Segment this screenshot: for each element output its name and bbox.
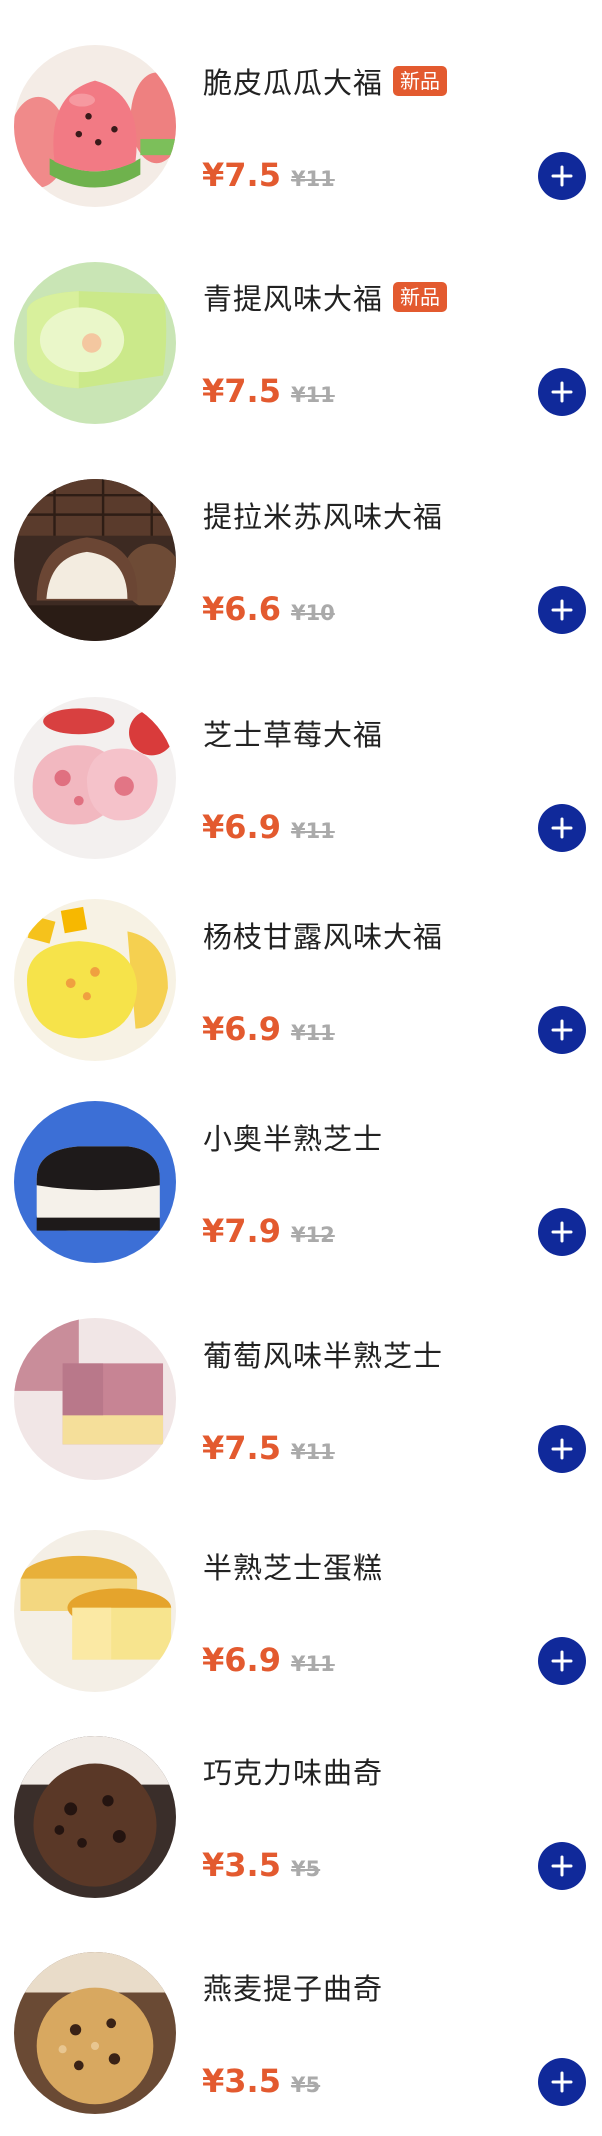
original-price: ¥11 [290, 1021, 335, 1045]
new-badge: 新品 [393, 66, 448, 96]
product-name: 杨枝甘露风味大福 [203, 920, 444, 954]
tiramisu-mochi-image [14, 479, 176, 641]
add-to-cart-button[interactable] [538, 1006, 586, 1054]
product-name: 葡萄风味半熟芝士 [203, 1339, 444, 1373]
cheese-cake-image [14, 1530, 176, 1692]
grape-cheese-image [14, 1318, 176, 1480]
product-price: ¥6.9 [202, 1641, 281, 1679]
oat-raisin-cookie-image [14, 1952, 176, 2114]
grape-mochi-image [14, 262, 176, 424]
product-name: 提拉米苏风味大福 [203, 500, 444, 534]
add-to-cart-button[interactable] [538, 1208, 586, 1256]
strawberry-mochi-image [14, 697, 176, 859]
product-price: ¥6.9 [202, 808, 281, 846]
original-price: ¥11 [290, 819, 335, 843]
product-price: ¥6.6 [202, 590, 281, 628]
product-price: ¥7.9 [202, 1212, 281, 1250]
add-to-cart-button[interactable] [538, 2058, 586, 2106]
add-to-cart-button[interactable] [538, 586, 586, 634]
original-price: ¥5 [290, 2073, 321, 2097]
original-price: ¥11 [290, 1440, 335, 1464]
original-price: ¥5 [290, 1857, 321, 1881]
add-to-cart-button[interactable] [538, 1425, 586, 1473]
product-price: ¥7.5 [202, 1429, 281, 1467]
product-name: 青提风味大福 [203, 282, 384, 316]
new-badge: 新品 [393, 282, 448, 312]
original-price: ¥10 [290, 601, 335, 625]
product-name: 小奥半熟芝士 [203, 1122, 384, 1156]
plus-icon [551, 817, 573, 839]
chocolate-cookie-image [14, 1736, 176, 1898]
plus-icon [551, 1855, 573, 1877]
original-price: ¥11 [290, 167, 335, 191]
product-price: ¥3.5 [202, 2062, 281, 2100]
plus-icon [551, 599, 573, 621]
add-to-cart-button[interactable] [538, 1637, 586, 1685]
original-price: ¥11 [290, 1652, 335, 1676]
product-price: ¥6.9 [202, 1010, 281, 1048]
oreo-cheese-image [14, 1101, 176, 1263]
plus-icon [551, 1019, 573, 1041]
plus-icon [551, 381, 573, 403]
product-price: ¥3.5 [202, 1846, 281, 1884]
product-price: ¥7.5 [202, 372, 281, 410]
product-name: 半熟芝士蛋糕 [203, 1551, 384, 1585]
add-to-cart-button[interactable] [538, 804, 586, 852]
product-price: ¥7.5 [202, 156, 281, 194]
add-to-cart-button[interactable] [538, 368, 586, 416]
plus-icon [551, 1438, 573, 1460]
plus-icon [551, 2071, 573, 2093]
product-name: 巧克力味曲奇 [203, 1756, 384, 1790]
product-name: 脆皮瓜瓜大福 [203, 66, 384, 100]
watermelon-mochi-image [14, 45, 176, 207]
plus-icon [551, 165, 573, 187]
original-price: ¥12 [290, 1223, 335, 1247]
add-to-cart-button[interactable] [538, 1842, 586, 1890]
add-to-cart-button[interactable] [538, 152, 586, 200]
original-price: ¥11 [290, 383, 335, 407]
mango-mochi-image [14, 899, 176, 1061]
plus-icon [551, 1650, 573, 1672]
product-name: 芝士草莓大福 [203, 718, 384, 752]
product-name: 燕麦提子曲奇 [203, 1972, 384, 2006]
plus-icon [551, 1221, 573, 1243]
